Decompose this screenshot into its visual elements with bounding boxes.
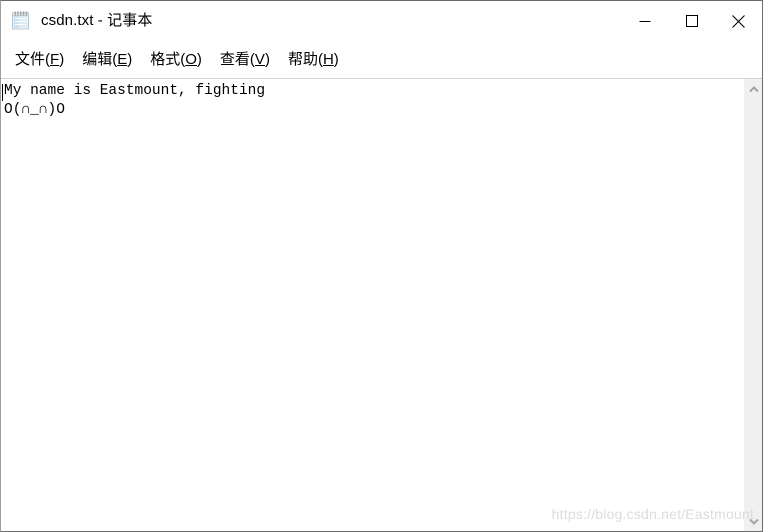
vertical-scrollbar[interactable] (744, 79, 762, 531)
menu-item-file-label: 文件 (15, 50, 46, 68)
maximize-icon (685, 15, 698, 27)
close-icon (732, 14, 745, 28)
chevron-up-icon (749, 85, 759, 92)
chevron-down-icon (749, 518, 759, 525)
window-title: csdn.txt - 记事本 (41, 12, 153, 29)
menu-item-help-accel: H (322, 50, 334, 68)
title-bar-left: csdn.txt - 记事本 (1, 10, 621, 32)
menu-item-file-accel: F (50, 50, 60, 68)
minimize-icon (639, 21, 650, 22)
notepad-window: csdn.txt - 记事本 文件(F) 编辑(E) 格式(O) 查看(V) 帮… (0, 0, 763, 532)
menu-bar: 文件(F) 编辑(E) 格式(O) 查看(V) 帮助(H) (1, 41, 762, 78)
notepad-icon (10, 10, 32, 32)
menu-item-file[interactable]: 文件(F) (7, 48, 72, 72)
close-button[interactable] (715, 1, 762, 41)
scroll-up-button[interactable] (745, 80, 763, 98)
menu-item-format[interactable]: 格式(O) (142, 48, 210, 72)
menu-item-format-accel: O (185, 50, 197, 68)
window-controls (621, 1, 762, 41)
menu-item-view-label: 查看 (219, 50, 250, 68)
menu-item-help-label: 帮助 (287, 50, 318, 68)
menu-item-help[interactable]: 帮助(H) (280, 48, 347, 72)
menu-item-edit-label: 编辑 (82, 50, 113, 68)
scroll-down-button[interactable] (745, 512, 763, 530)
menu-item-edit[interactable]: 编辑(E) (74, 48, 140, 72)
text-caret (2, 84, 3, 101)
menu-item-view[interactable]: 查看(V) (212, 48, 278, 72)
menu-item-view-accel: V (254, 50, 265, 68)
minimize-button[interactable] (621, 1, 668, 41)
menu-item-edit-accel: E (117, 50, 128, 68)
maximize-button[interactable] (668, 1, 715, 41)
menu-item-format-label: 格式 (150, 50, 181, 68)
editor-frame: My name is Eastmount, fighting O(∩_∩)O h… (1, 78, 762, 531)
text-editor[interactable]: My name is Eastmount, fighting O(∩_∩)O (1, 79, 744, 531)
text-line: O(∩_∩)O (4, 102, 65, 118)
title-bar[interactable]: csdn.txt - 记事本 (1, 1, 762, 41)
text-line: My name is Eastmount, fighting (4, 83, 266, 99)
